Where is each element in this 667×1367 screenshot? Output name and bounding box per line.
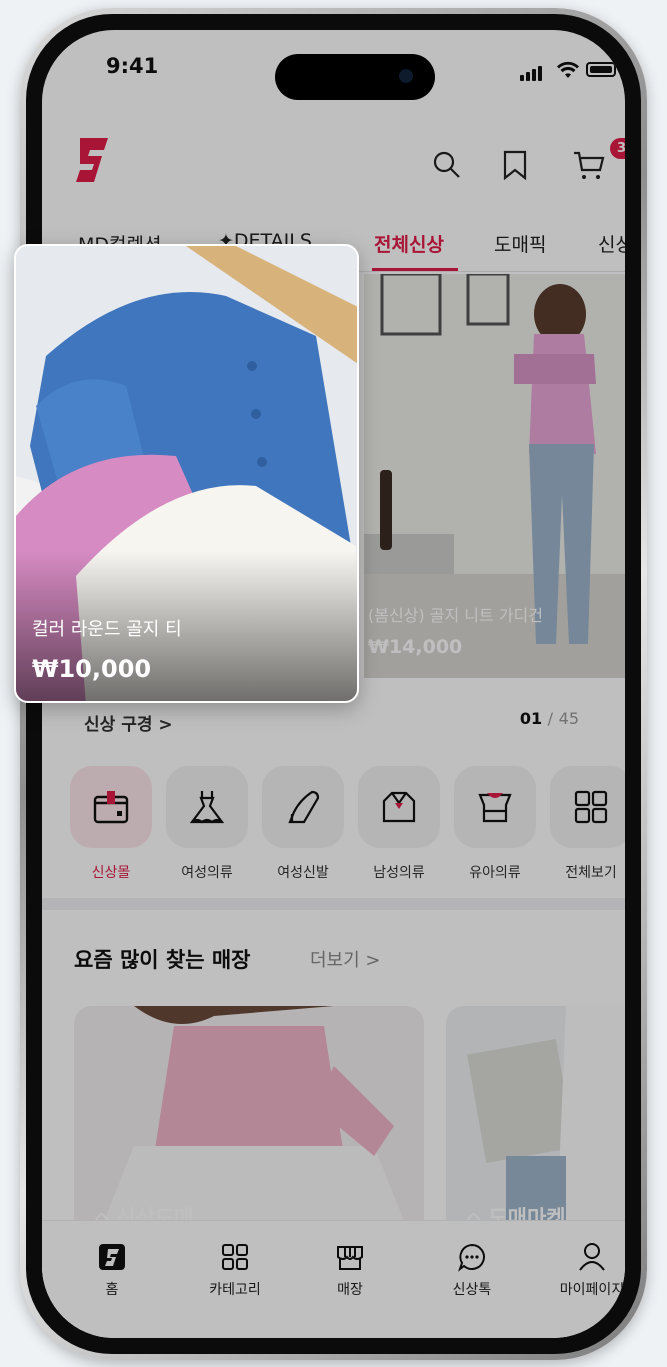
product-price: ₩10,000 bbox=[32, 655, 152, 683]
tabbar-label: 카테고리 bbox=[209, 1282, 261, 1298]
product-title: 컬러 라운드 골지 티 bbox=[32, 619, 182, 640]
category-label: 남성의류 bbox=[373, 865, 425, 881]
home-logo-icon bbox=[99, 1244, 125, 1270]
grid-icon bbox=[574, 790, 608, 824]
tabbar-chat[interactable]: 신상톡 bbox=[422, 1241, 522, 1299]
shirt-icon bbox=[382, 791, 416, 823]
baby-clothes-icon bbox=[478, 793, 512, 823]
stores-more-link[interactable]: 더보기 > bbox=[310, 946, 380, 972]
user-icon bbox=[579, 1243, 605, 1271]
status-time: 9:41 bbox=[106, 54, 159, 78]
category-mens-clothing[interactable]: 남성의류 bbox=[358, 766, 440, 882]
section-hint[interactable]: 신상 구경 > bbox=[84, 710, 173, 735]
active-tab-indicator bbox=[372, 268, 458, 271]
wifi-icon bbox=[556, 61, 580, 84]
heel-icon bbox=[288, 790, 320, 824]
tabbar-category[interactable]: 카테고리 bbox=[185, 1241, 285, 1299]
banner-pager: 01 / 45 bbox=[520, 709, 579, 728]
app-header: 32 bbox=[42, 114, 625, 182]
category-label: 여성신발 bbox=[277, 865, 329, 881]
cart-count-badge: 32 bbox=[610, 138, 625, 159]
status-bar: 9:41 bbox=[42, 30, 625, 100]
category-womens-shoes[interactable]: 여성신발 bbox=[262, 766, 344, 882]
tab-all-new[interactable]: 전체신상 bbox=[374, 230, 444, 257]
category-new-mall[interactable]: 신상몰 bbox=[70, 766, 152, 882]
brand-logo-icon[interactable] bbox=[74, 136, 110, 184]
dynamic-island bbox=[275, 54, 435, 100]
category-view-all[interactable]: 전체보기 bbox=[550, 766, 625, 882]
banner-caption: (봄신상) 골지 니트 가디건 bbox=[368, 606, 543, 625]
category-label: 신상몰 bbox=[91, 865, 131, 881]
chat-bubble-icon bbox=[458, 1243, 485, 1272]
store-card[interactable]: ⌂ 도매마켓 bbox=[446, 1006, 625, 1246]
search-icon[interactable] bbox=[432, 150, 462, 180]
dress-icon bbox=[189, 791, 225, 824]
tabbar-mypage[interactable]: 마이페이지 bbox=[542, 1241, 625, 1299]
tab-wholesale-pick[interactable]: 도매픽 bbox=[494, 230, 546, 257]
box-icon bbox=[93, 791, 129, 824]
product-preview-card[interactable]: 컬러 라운드 골지 티 ₩10,000 bbox=[14, 244, 359, 703]
tabbar-label: 마이페이지 bbox=[559, 1282, 625, 1298]
cart-icon[interactable] bbox=[572, 150, 606, 182]
tabbar-label: 매장 bbox=[337, 1282, 363, 1298]
signal-icon bbox=[520, 62, 544, 81]
battery-icon bbox=[586, 62, 616, 77]
tabbar-store[interactable]: 매장 bbox=[300, 1241, 400, 1299]
store-icon bbox=[337, 1246, 363, 1270]
store-card[interactable]: ⌂ 신상도매 bbox=[74, 1006, 424, 1246]
pager-current: 01 bbox=[519, 709, 543, 728]
pager-separator: / bbox=[547, 709, 554, 728]
category-womens-clothing[interactable]: 여성의류 bbox=[166, 766, 248, 882]
camera-icon bbox=[399, 69, 413, 83]
tab-new-first[interactable]: 신상초 bbox=[598, 230, 625, 257]
category-kids-clothing[interactable]: 유아의류 bbox=[454, 766, 536, 882]
tabbar-label: 홈 bbox=[105, 1282, 119, 1298]
stores-section-title: 요즘 많이 찾는 매장 bbox=[74, 948, 251, 972]
tabbar-home[interactable]: 홈 bbox=[62, 1241, 162, 1299]
bookmark-icon[interactable] bbox=[502, 150, 528, 180]
pager-total: 45 bbox=[558, 709, 579, 728]
bottom-tab-bar: 홈 카테고리 매장 신상톡 마이페이지 bbox=[42, 1220, 625, 1338]
grid-icon bbox=[222, 1244, 248, 1270]
category-label: 유아의류 bbox=[469, 865, 521, 881]
category-label: 전체보기 bbox=[565, 865, 617, 881]
category-label: 여성의류 bbox=[181, 865, 233, 881]
section-divider bbox=[42, 898, 625, 910]
tabbar-label: 신상톡 bbox=[452, 1282, 492, 1298]
banner-price: ₩14,000 bbox=[368, 636, 463, 658]
